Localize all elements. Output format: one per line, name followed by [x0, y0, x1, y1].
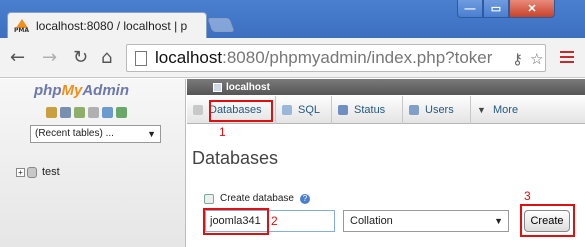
- server-name[interactable]: localhost: [226, 82, 270, 93]
- phpmyadmin-logo[interactable]: phpMyAdmin: [34, 82, 129, 99]
- maximize-button[interactable]: ▭: [483, 0, 509, 18]
- help-icon[interactable]: ?: [299, 193, 310, 204]
- quick-links: [46, 107, 127, 118]
- annotation-number: 2: [271, 214, 278, 228]
- phpmyadmin-favicon-icon: PMA: [14, 18, 30, 34]
- tree-item-label: test: [42, 166, 60, 178]
- home-icon[interactable]: ⌂: [101, 48, 112, 68]
- docs-icon[interactable]: [88, 107, 99, 118]
- chevron-down-icon: ▼: [494, 216, 503, 226]
- add-database-icon: [204, 193, 214, 204]
- users-icon: [409, 105, 419, 115]
- url-path: :8080/phpmyadmin/index.php?toker: [222, 48, 493, 67]
- home-icon[interactable]: [46, 107, 57, 118]
- highlight-box-dbname: [203, 208, 269, 235]
- create-database-label: Create database ?: [204, 193, 310, 204]
- highlight-box-databases: [209, 100, 273, 122]
- close-window-button[interactable]: ✕: [509, 0, 555, 18]
- database-icon: [193, 105, 203, 115]
- navigation-panel: phpMyAdmin (Recent tables) ... ▼ + test: [0, 79, 186, 247]
- query-window-icon[interactable]: [74, 107, 85, 118]
- minimize-button[interactable]: —: [457, 0, 483, 18]
- tab-status[interactable]: Status: [332, 96, 403, 124]
- tree-item-test[interactable]: + test: [16, 166, 60, 178]
- reload-icon[interactable]: ↻: [73, 48, 88, 68]
- page-title: Databases: [192, 148, 279, 168]
- url-host: localhost: [155, 48, 223, 67]
- new-tab-button[interactable]: [207, 18, 235, 32]
- collation-select[interactable]: Collation ▼: [343, 210, 509, 232]
- browser-menu-icon[interactable]: [560, 51, 574, 66]
- highlight-box-create: [520, 204, 575, 237]
- database-icon: [27, 166, 37, 178]
- browser-toolbar: ← → ↻ ⌂ localhost :8080/phpmyadmin/index…: [0, 38, 585, 78]
- tab-more[interactable]: ▼ More: [471, 96, 526, 124]
- reload-nav-icon[interactable]: [116, 107, 127, 118]
- tab-sql[interactable]: SQL: [276, 96, 332, 124]
- expand-icon[interactable]: +: [16, 167, 25, 177]
- tab-title: localhost:8080 / localhost | p: [36, 18, 188, 33]
- settings-icon[interactable]: [102, 107, 113, 118]
- server-icon: [213, 82, 222, 92]
- annotation-number: 3: [524, 189, 531, 203]
- forward-arrow-icon[interactable]: →: [42, 48, 57, 68]
- tab-users[interactable]: Users: [403, 96, 471, 124]
- bookmark-star-icon[interactable]: ☆: [530, 50, 543, 68]
- browser-titlebar: PMA localhost:8080 / localhost | p — ▭ ✕: [0, 0, 585, 38]
- recent-tables-select[interactable]: (Recent tables) ... ▼: [30, 125, 161, 143]
- more-triangle-icon: ▼: [477, 105, 486, 115]
- chevron-down-icon: ▼: [147, 129, 156, 139]
- status-chart-icon: [338, 105, 348, 115]
- logout-icon[interactable]: [60, 107, 71, 118]
- address-bar[interactable]: localhost :8080/phpmyadmin/index.php?tok…: [126, 44, 546, 72]
- server-breadcrumb: localhost: [187, 79, 585, 95]
- browser-tab[interactable]: PMA localhost:8080 / localhost | p: [7, 12, 207, 38]
- annotation-number: 1: [219, 125, 226, 139]
- key-icon[interactable]: ⚷: [512, 50, 523, 68]
- page-icon: [135, 50, 147, 66]
- sql-icon: [282, 105, 292, 115]
- back-arrow-icon[interactable]: ←: [10, 48, 25, 68]
